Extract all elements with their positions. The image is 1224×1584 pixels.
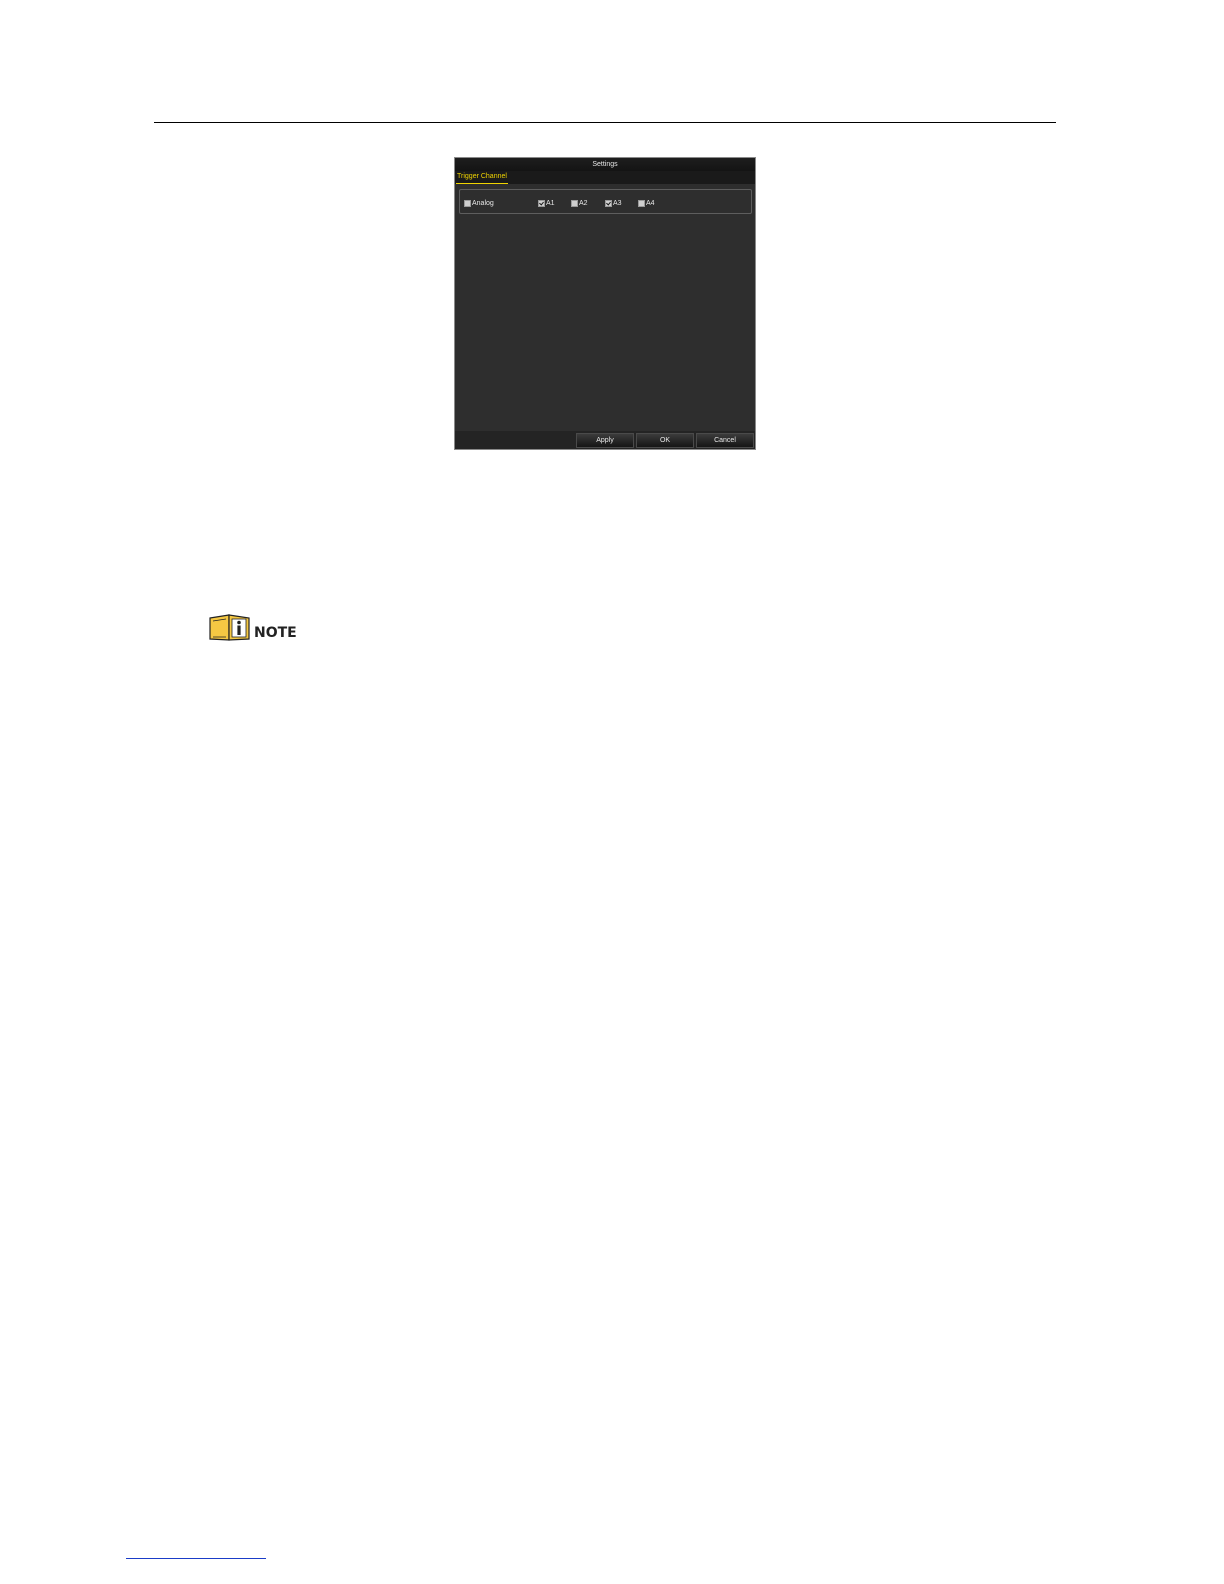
- ok-button[interactable]: OK: [636, 433, 694, 448]
- channel-a4-label: A4: [646, 200, 655, 207]
- info-book-icon: [209, 613, 250, 646]
- channel-a3-checkbox[interactable]: A3: [605, 200, 622, 207]
- tab-trigger-channel[interactable]: Trigger Channel: [456, 172, 508, 184]
- channel-a3-box[interactable]: [605, 200, 612, 207]
- button-bar: Apply OK Cancel: [455, 431, 755, 449]
- channel-a2-box[interactable]: [571, 200, 578, 207]
- channel-a4-checkbox[interactable]: A4: [638, 200, 655, 207]
- channel-a2-label: A2: [579, 200, 588, 207]
- analog-checkbox[interactable]: Analog: [464, 200, 494, 207]
- channel-group: Analog A1 A2 A3 A4: [459, 189, 752, 214]
- channel-a3-label: A3: [613, 200, 622, 207]
- channel-a1-label: A1: [546, 200, 555, 207]
- dialog-title: Settings: [455, 158, 755, 171]
- note-callout: NOTE: [209, 613, 297, 646]
- footer-link-underline[interactable]: [126, 1558, 266, 1559]
- note-label: NOTE: [254, 624, 297, 641]
- apply-button[interactable]: Apply: [576, 433, 634, 448]
- channel-a2-checkbox[interactable]: A2: [571, 200, 588, 207]
- tab-bar: Trigger Channel: [455, 171, 755, 184]
- analog-checkbox-box[interactable]: [464, 200, 471, 207]
- channel-a4-box[interactable]: [638, 200, 645, 207]
- analog-label: Analog: [472, 200, 494, 207]
- header-divider: [154, 122, 1056, 123]
- settings-dialog: Settings Trigger Channel Analog A1 A2 A3…: [454, 157, 756, 450]
- channel-a1-box[interactable]: [538, 200, 545, 207]
- channel-a1-checkbox[interactable]: A1: [538, 200, 555, 207]
- cancel-button[interactable]: Cancel: [696, 433, 754, 448]
